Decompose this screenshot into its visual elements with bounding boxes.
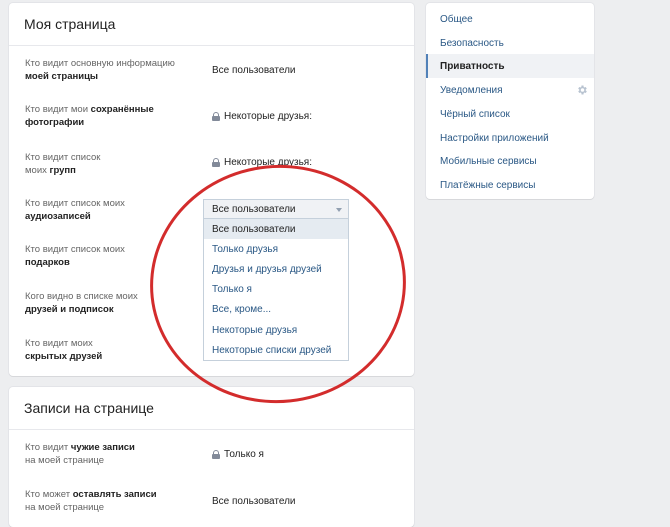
menu-item-payments[interactable]: Платёжные сервисы [426,173,594,197]
dropdown-option[interactable]: Только я [204,280,348,300]
dropdown-option[interactable]: Некоторые друзья [204,320,348,340]
select-value: Все пользователи [212,203,296,215]
audio-privacy-dropdown: Все пользователи Только друзья Друзья и … [203,218,349,362]
dropdown-option[interactable]: Друзья и друзья друзей [204,259,348,279]
menu-item-notifications[interactable]: Уведомления [426,78,594,102]
menu-item-security[interactable]: Безопасность [426,31,594,55]
dropdown-option[interactable]: Все пользователи [204,219,348,240]
dropdown-option[interactable]: Некоторые списки друзей [204,340,348,360]
chevron-down-icon [336,208,342,212]
posts-card-title: Записи на странице [9,387,414,430]
lock-icon [212,450,220,459]
menu-item-app-settings[interactable]: Настройки приложений [426,126,594,150]
audio-privacy-select[interactable]: Все пользователи [203,199,349,219]
privacy-value[interactable]: Только я [212,449,264,460]
privacy-card-title: Моя страница [9,3,414,46]
menu-item-general[interactable]: Общее [426,7,594,31]
settings-menu: Общее Безопасность Приватность Уведомлен… [426,3,594,199]
row-label: Кто видит моих скрытых друзей [25,338,103,362]
lock-icon [212,158,220,167]
lock-icon [212,112,220,121]
row-label: Кто видит чужие записи на моей странице [25,442,135,466]
menu-item-blacklist[interactable]: Чёрный список [426,102,594,126]
privacy-value[interactable]: Некоторые друзья: [212,111,312,122]
row-label: Кто видит основную информацию моей стран… [25,58,175,82]
row-label: Кто видит список моих аудиозаписей [25,198,125,222]
posts-card: Записи на странице Кто видит чужие запис… [9,387,414,527]
row-label: Кто видит список моих групп [25,152,101,176]
row-label: Кого видно в списке моих друзей и подпис… [25,291,138,315]
menu-item-privacy[interactable]: Приватность [426,54,594,78]
row-label: Кто может оставлять записи на моей стран… [25,489,157,513]
dropdown-option[interactable]: Только друзья [204,239,348,259]
menu-item-mobile[interactable]: Мобильные сервисы [426,149,594,173]
row-label: Кто видит мои сохранённые фотографии [25,104,154,128]
row-label: Кто видит список моих подарков [25,244,125,268]
privacy-value[interactable]: Все пользователи [212,65,296,76]
privacy-value[interactable]: Все пользователи [212,496,296,507]
privacy-value[interactable]: Некоторые друзья: [212,157,312,168]
dropdown-option[interactable]: Все, кроме... [204,300,348,320]
gear-icon[interactable] [576,84,588,96]
menu-item-label: Уведомления [440,84,503,96]
